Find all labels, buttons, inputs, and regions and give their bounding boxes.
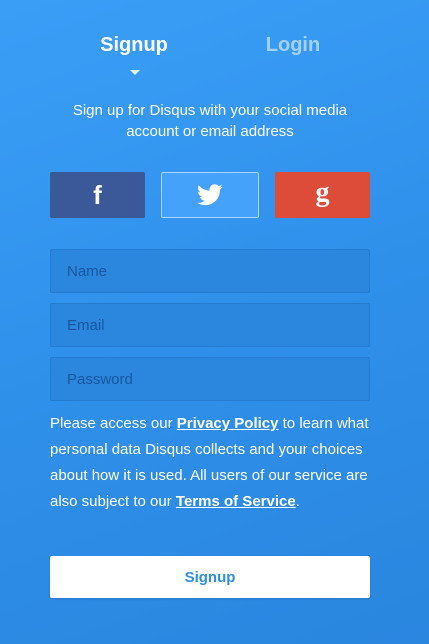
social-login-buttons: f g: [50, 172, 370, 218]
tab-signup[interactable]: Signup: [64, 34, 204, 57]
privacy-notice: Please access our Privacy Policy to lear…: [50, 411, 370, 515]
tab-login[interactable]: Login: [223, 34, 363, 57]
name-field[interactable]: [50, 249, 370, 293]
signup-intro-text: Sign up for Disqus with your social medi…: [72, 102, 348, 140]
active-tab-caret-icon: [130, 70, 140, 75]
twitter-signup-button[interactable]: [161, 172, 259, 218]
terms-of-service-link[interactable]: Terms of Service: [176, 493, 296, 510]
privacy-policy-link[interactable]: Privacy Policy: [177, 415, 279, 432]
email-field[interactable]: [50, 303, 370, 347]
google-signup-button[interactable]: g: [275, 172, 370, 218]
google-icon: g: [315, 177, 330, 208]
facebook-icon: f: [93, 180, 102, 210]
facebook-signup-button[interactable]: f: [50, 172, 145, 218]
privacy-notice-text-1: Please access our: [50, 415, 177, 432]
auth-tabs: Signup Login: [0, 34, 429, 80]
privacy-notice-text-3: .: [295, 493, 300, 510]
password-field[interactable]: [50, 357, 370, 401]
twitter-icon: [197, 184, 223, 206]
signup-submit-button[interactable]: Signup: [50, 556, 370, 598]
